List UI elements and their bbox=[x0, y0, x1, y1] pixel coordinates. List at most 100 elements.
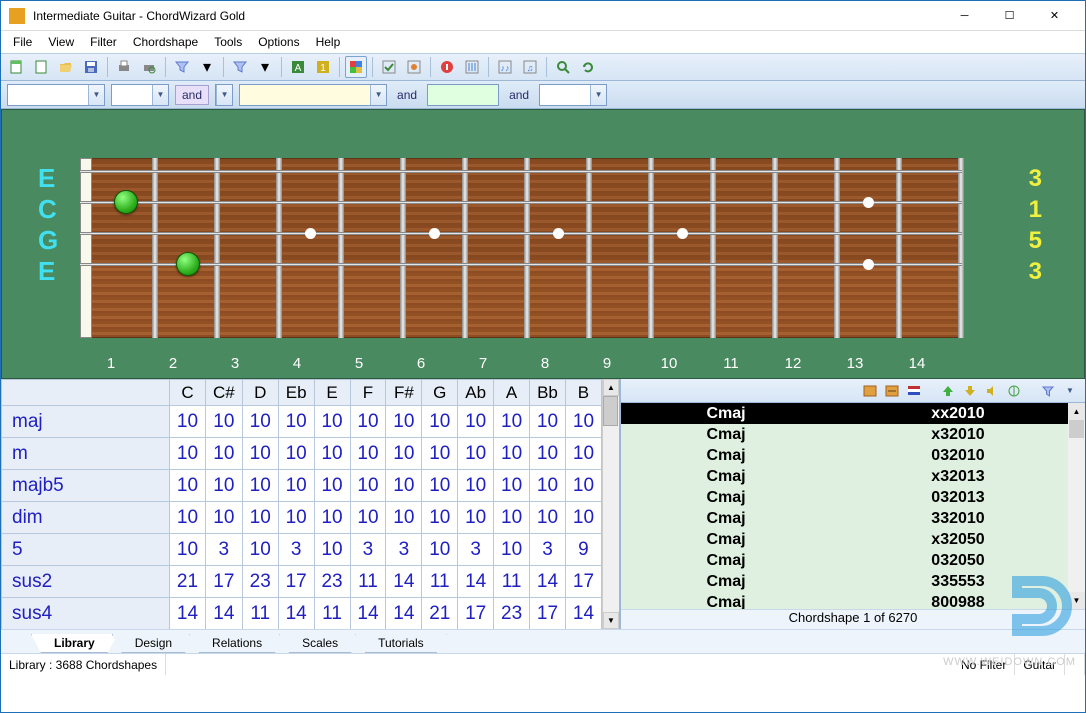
grid-header[interactable]: D bbox=[242, 380, 278, 406]
filter-combo-2[interactable]: ▼ bbox=[111, 84, 169, 106]
note-marker[interactable] bbox=[176, 252, 200, 276]
up-arrow-button[interactable] bbox=[939, 382, 957, 400]
close-button[interactable]: ✕ bbox=[1032, 1, 1077, 30]
grid-header[interactable]: A bbox=[494, 380, 530, 406]
rtb-flag[interactable] bbox=[905, 382, 923, 400]
print-button[interactable] bbox=[113, 56, 135, 78]
chordlist-toolbar: ▼ bbox=[621, 379, 1085, 403]
chordshape-row[interactable]: Cmajxx2010 bbox=[621, 403, 1085, 424]
tab-tutorials[interactable]: Tutorials bbox=[355, 634, 447, 653]
chordshape-row[interactable]: Cmaj032010 bbox=[621, 445, 1085, 466]
sound-button[interactable] bbox=[983, 382, 1001, 400]
chord-grid-pane: CC#DEbEFF#GAbABbBmaj10101010101010101010… bbox=[1, 379, 621, 629]
save-button[interactable] bbox=[80, 56, 102, 78]
filter-combo-3[interactable]: ▼ bbox=[239, 84, 387, 106]
grid-header[interactable]: Bb bbox=[530, 380, 566, 406]
menu-chordshape[interactable]: Chordshape bbox=[125, 33, 206, 51]
grid-row[interactable]: maj101010101010101010101010 bbox=[2, 406, 602, 438]
menu-view[interactable]: View bbox=[40, 33, 82, 51]
chordshape-row[interactable]: Cmajx32050 bbox=[621, 529, 1085, 550]
chordshape-row[interactable]: Cmaj032050 bbox=[621, 550, 1085, 571]
maximize-button[interactable]: ☐ bbox=[987, 1, 1032, 30]
grid-header[interactable]: C bbox=[170, 380, 206, 406]
note-1-button[interactable]: 1 bbox=[312, 56, 334, 78]
and-label-2: and bbox=[393, 86, 421, 104]
filter-drop-button[interactable]: ▾ bbox=[196, 56, 218, 78]
tab-scales[interactable]: Scales bbox=[279, 634, 361, 653]
music-2-button[interactable]: ♫ bbox=[519, 56, 541, 78]
grid-header[interactable]: Ab bbox=[458, 380, 494, 406]
menu-tools[interactable]: Tools bbox=[206, 33, 250, 51]
filter-combo-4[interactable] bbox=[427, 84, 499, 106]
print-preview-button[interactable] bbox=[138, 56, 160, 78]
interval-labels: 3 1 5 3 bbox=[1029, 163, 1042, 287]
tab-library[interactable]: Library bbox=[31, 634, 118, 653]
chord-grid[interactable]: CC#DEbEFF#GAbABbBmaj10101010101010101010… bbox=[1, 379, 602, 629]
grid-row[interactable]: sus4141411141114142117231714 bbox=[2, 598, 602, 630]
note-marker[interactable] bbox=[114, 190, 138, 214]
filter-input-4[interactable] bbox=[428, 85, 498, 105]
grid-row[interactable]: m101010101010101010101010 bbox=[2, 438, 602, 470]
menu-filter[interactable]: Filter bbox=[82, 33, 125, 51]
grid-header[interactable]: G bbox=[422, 380, 458, 406]
tune-button[interactable] bbox=[1005, 382, 1023, 400]
filter-input-5[interactable] bbox=[540, 85, 590, 105]
grid-header[interactable]: C# bbox=[205, 380, 242, 406]
new-doc-button[interactable] bbox=[30, 56, 52, 78]
filter2-drop-button[interactable]: ▾ bbox=[254, 56, 276, 78]
chordshape-row[interactable]: Cmaj032013 bbox=[621, 487, 1085, 508]
filter-input-3[interactable] bbox=[240, 85, 370, 105]
filter-combo-5[interactable]: ▼ bbox=[539, 84, 607, 106]
chordshape-row[interactable]: Cmajx32013 bbox=[621, 466, 1085, 487]
main-toolbar: ▾ ▾ A 1 ♪♪ ♫ bbox=[1, 53, 1085, 81]
svg-text:♫: ♫ bbox=[527, 63, 534, 73]
grid-scrollbar[interactable]: ▲ ▼ bbox=[602, 379, 619, 629]
tool-1-button[interactable] bbox=[378, 56, 400, 78]
fretboard[interactable] bbox=[80, 158, 992, 338]
filter-input-1[interactable] bbox=[8, 85, 88, 105]
grid-header[interactable]: F bbox=[350, 380, 386, 406]
menu-options[interactable]: Options bbox=[250, 33, 307, 51]
search-button[interactable] bbox=[552, 56, 574, 78]
filter-button[interactable] bbox=[171, 56, 193, 78]
grid-row[interactable]: sus2211723172311141114111417 bbox=[2, 566, 602, 598]
filter2-button[interactable] bbox=[229, 56, 251, 78]
grid-header[interactable] bbox=[2, 380, 170, 406]
filter-input-2[interactable] bbox=[112, 85, 152, 105]
down-arrow-button[interactable] bbox=[961, 382, 979, 400]
note-a-button[interactable]: A bbox=[287, 56, 309, 78]
status-library: Library : 3688 Chordshapes bbox=[1, 654, 166, 675]
grid-row[interactable]: 510310310331031039 bbox=[2, 534, 602, 566]
rtb-1[interactable] bbox=[861, 382, 879, 400]
status-bar: Library : 3688 Chordshapes No Filter Gui… bbox=[1, 653, 1085, 675]
filter-combo-drop-1[interactable]: ▼ bbox=[215, 84, 233, 106]
grid-row[interactable]: majb5101010101010101010101010 bbox=[2, 470, 602, 502]
tool-2-button[interactable] bbox=[403, 56, 425, 78]
refresh-button[interactable] bbox=[577, 56, 599, 78]
color-button[interactable] bbox=[345, 56, 367, 78]
menu-help[interactable]: Help bbox=[308, 33, 349, 51]
tool-4-button[interactable] bbox=[461, 56, 483, 78]
chordshape-row[interactable]: Cmaj332010 bbox=[621, 508, 1085, 529]
tab-design[interactable]: Design bbox=[112, 634, 195, 653]
filter-combo-1[interactable]: ▼ bbox=[7, 84, 105, 106]
tool-3-button[interactable] bbox=[436, 56, 458, 78]
grid-header[interactable]: Eb bbox=[278, 380, 314, 406]
and-label-1: and bbox=[175, 85, 209, 105]
new-button[interactable] bbox=[5, 56, 27, 78]
filter-list-button[interactable] bbox=[1039, 382, 1057, 400]
tab-relations[interactable]: Relations bbox=[189, 634, 285, 653]
grid-row[interactable]: dim101010101010101010101010 bbox=[2, 502, 602, 534]
open-button[interactable] bbox=[55, 56, 77, 78]
app-icon bbox=[9, 8, 25, 24]
music-1-button[interactable]: ♪♪ bbox=[494, 56, 516, 78]
minimize-button[interactable]: ─ bbox=[942, 1, 987, 30]
chordshape-row[interactable]: Cmajx32010 bbox=[621, 424, 1085, 445]
grid-header[interactable]: F# bbox=[386, 380, 422, 406]
rtb-2[interactable] bbox=[883, 382, 901, 400]
grid-header[interactable]: B bbox=[565, 380, 601, 406]
menu-file[interactable]: File bbox=[5, 33, 40, 51]
filter-list-drop[interactable]: ▼ bbox=[1061, 382, 1079, 400]
svg-text:♪♪: ♪♪ bbox=[501, 63, 510, 73]
grid-header[interactable]: E bbox=[314, 380, 350, 406]
